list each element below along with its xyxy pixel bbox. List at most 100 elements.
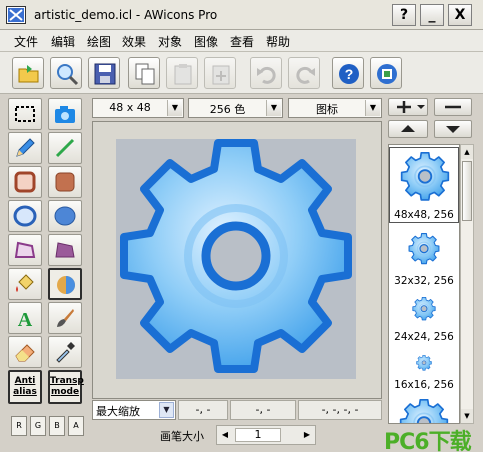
scrollbar-thumb[interactable] <box>462 161 472 221</box>
save-button[interactable] <box>88 57 120 89</box>
preview-button[interactable] <box>370 57 402 89</box>
svg-text:?: ? <box>345 66 354 82</box>
rounded-rect-outline-icon <box>14 171 36 193</box>
gear-icon <box>412 297 436 321</box>
menu-view[interactable]: 查看 <box>230 33 254 50</box>
chevron-down-icon: ▼ <box>266 100 281 116</box>
size-select[interactable]: 48 x 48 ▼ <box>92 98 184 118</box>
marquee-icon <box>15 106 35 122</box>
gear-icon <box>399 399 449 423</box>
fill-tool[interactable] <box>8 268 42 300</box>
preview-caption: 32x32, 256 <box>394 275 454 287</box>
type-select-value: 图标 <box>316 103 338 116</box>
ellipse-fill-icon <box>54 206 76 226</box>
cursor-position: -, - <box>178 400 228 420</box>
gear-icon <box>400 152 450 201</box>
paste-button[interactable] <box>166 57 198 89</box>
minimize-button[interactable]: _ <box>420 4 444 26</box>
pen-size-label: 画笔大小 <box>160 430 204 443</box>
channel-b-toggle[interactable]: B <box>49 416 65 436</box>
gear-icon <box>416 355 432 371</box>
preview-caption: 16x16, 256 <box>394 379 454 391</box>
drawing-canvas[interactable] <box>116 139 356 379</box>
zoom-icon <box>57 64 79 86</box>
menu-file[interactable]: 文件 <box>14 33 38 50</box>
picker-tool[interactable] <box>48 336 82 368</box>
color-depth-select[interactable]: 256 色 ▼ <box>188 98 283 118</box>
paste-new-icon <box>212 65 230 85</box>
size-select-value: 48 x 48 <box>109 101 151 114</box>
svg-text:A: A <box>18 309 33 330</box>
remove-image-button[interactable] <box>434 98 472 116</box>
polygon-outline-icon <box>14 241 36 258</box>
polygon-outline-tool[interactable] <box>8 234 42 266</box>
redo-icon <box>296 66 315 84</box>
menu-edit[interactable]: 编辑 <box>51 33 75 50</box>
preview-caption: 48x48, 256 <box>394 209 454 221</box>
copy-icon <box>135 63 155 85</box>
capture-tool[interactable] <box>48 98 82 130</box>
add-image-button[interactable] <box>388 98 428 116</box>
pen-size-value[interactable]: 1 <box>235 428 281 442</box>
chevron-right-icon[interactable]: ▶ <box>300 427 314 443</box>
brush-tool[interactable] <box>48 302 82 334</box>
line-icon <box>55 138 75 158</box>
arrow-down-icon <box>446 126 460 133</box>
move-down-button[interactable] <box>434 120 472 138</box>
polygon-fill-tool[interactable] <box>48 234 82 266</box>
camera-icon <box>55 106 75 123</box>
menu-effects[interactable]: 效果 <box>122 33 146 50</box>
antialias-toggle[interactable]: Anti alias <box>8 370 42 404</box>
open-icon <box>18 65 39 83</box>
transparent-mode-toggle[interactable]: Transp mode <box>48 370 84 404</box>
pencil-icon <box>16 138 35 157</box>
chevron-left-icon[interactable]: ◀ <box>218 427 232 443</box>
gradient-icon <box>57 276 75 294</box>
rect-fill-tool[interactable] <box>48 166 82 198</box>
rect-outline-tool[interactable] <box>8 166 42 198</box>
channel-r-toggle[interactable]: R <box>11 416 27 436</box>
text-tool[interactable]: A <box>8 302 42 334</box>
watermark-logo: PC6下载 <box>384 430 472 452</box>
preview-scrollbar[interactable]: ▲ ▼ <box>460 144 474 424</box>
eraser-tool[interactable] <box>8 336 42 368</box>
menu-help[interactable]: 帮助 <box>266 33 290 50</box>
menu-draw[interactable]: 绘图 <box>87 33 111 50</box>
channel-g-toggle[interactable]: G <box>30 416 46 436</box>
move-up-button[interactable] <box>388 120 428 138</box>
channel-a-toggle[interactable]: A <box>68 416 84 436</box>
close-button[interactable]: X <box>448 4 472 26</box>
ellipse-fill-tool[interactable] <box>48 200 82 232</box>
chevron-down-icon: ▼ <box>159 402 174 418</box>
help-button[interactable]: ? <box>392 4 416 26</box>
window-title: artistic_demo.icl - AWicons Pro <box>34 8 218 22</box>
main-toolbar: ? <box>0 52 483 94</box>
scroll-down-icon[interactable]: ▼ <box>461 409 473 423</box>
menu-object[interactable]: 对象 <box>158 33 182 50</box>
preview-icon <box>377 64 397 84</box>
app-icon <box>6 6 26 24</box>
brush-icon <box>57 309 74 327</box>
selection-position: -, - <box>230 400 296 420</box>
ellipse-outline-tool[interactable] <box>8 200 42 232</box>
line-tool[interactable] <box>48 132 82 164</box>
status-bar: 最大缩放 ▼ -, - -, - -, -, -, - <box>92 400 382 420</box>
zoom-button[interactable] <box>50 57 82 89</box>
pen-size-slider[interactable]: ◀ 1 ▶ <box>216 425 316 445</box>
paste-new-button[interactable] <box>204 57 236 89</box>
open-button[interactable] <box>12 57 44 89</box>
zoom-select[interactable]: 最大缩放 ▼ <box>92 400 176 420</box>
eraser-icon <box>15 344 35 362</box>
redo-button[interactable] <box>288 57 320 89</box>
help-tool-button[interactable]: ? <box>332 57 364 89</box>
type-select[interactable]: 图标 ▼ <box>288 98 382 118</box>
select-rect-tool[interactable] <box>8 98 42 130</box>
copy-button[interactable] <box>128 57 160 89</box>
scroll-up-icon[interactable]: ▲ <box>461 145 473 159</box>
title-bar: artistic_demo.icl - AWicons Pro ? _ X <box>0 0 483 30</box>
pencil-tool[interactable] <box>8 132 42 164</box>
gradient-tool[interactable] <box>48 268 82 300</box>
image-list[interactable]: 48x48, 256 32x32, 256 24x24, 256 16x16, … <box>388 144 460 424</box>
undo-button[interactable] <box>250 57 282 89</box>
menu-image[interactable]: 图像 <box>194 33 218 50</box>
